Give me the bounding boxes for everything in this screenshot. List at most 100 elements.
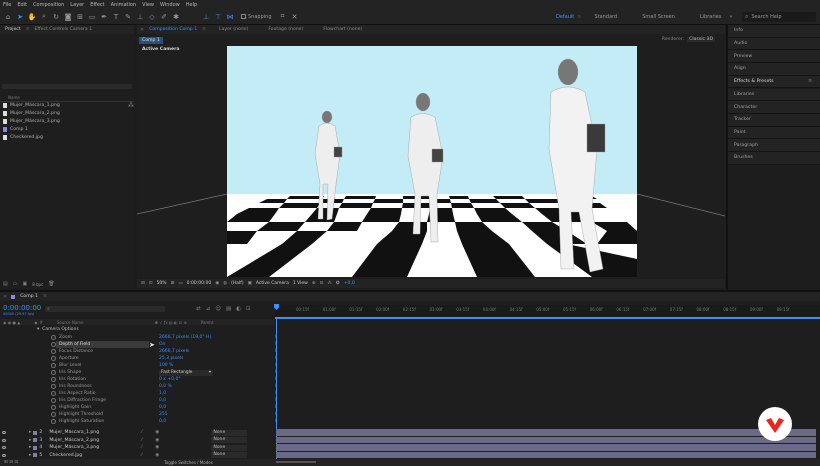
keyframe-marker[interactable]: I: [275, 369, 276, 374]
home-icon[interactable]: ⌂: [3, 12, 13, 22]
stopwatch-icon[interactable]: [51, 412, 56, 417]
menu-window[interactable]: Window: [160, 2, 180, 8]
layer-row[interactable]: ▸ 4 Mujer_Máscara_3.png ⁄ ◉ None: [0, 444, 820, 451]
renderer-value[interactable]: Classic 3D: [687, 37, 715, 42]
layer-switches-icons[interactable]: ⁄ ◉: [141, 453, 211, 458]
parent-dropdown[interactable]: None: [211, 437, 248, 444]
shy-layers-icon[interactable]: ☺: [215, 306, 221, 312]
expand-triangle-icon[interactable]: ▸: [29, 430, 31, 435]
menu-file[interactable]: File: [3, 2, 11, 8]
expand-triangle-icon[interactable]: ▸: [29, 453, 31, 458]
keyframe-marker[interactable]: I: [275, 411, 276, 416]
reset-exposure-icon[interactable]: ✪: [336, 281, 340, 286]
type-tool-icon[interactable]: T: [111, 12, 121, 22]
workspace-libraries[interactable]: Libraries: [700, 14, 722, 20]
stopwatch-icon[interactable]: [51, 363, 56, 368]
source-name-header[interactable]: Source Name: [57, 320, 84, 325]
panel-paint[interactable]: Paint: [728, 126, 820, 140]
selection-tool-icon[interactable]: ➤: [15, 12, 25, 22]
interpret-footage-icon[interactable]: ▤: [3, 281, 8, 287]
name-column-header[interactable]: Name: [8, 95, 20, 100]
resolution-dropdown[interactable]: (Half): [231, 281, 244, 286]
tab-footage[interactable]: Footage (none): [263, 27, 308, 32]
layer-name[interactable]: Mujer_Máscara_1.png: [49, 430, 141, 435]
stopwatch-icon[interactable]: [51, 342, 56, 347]
footer-toggle-icons[interactable]: ⊞ ⊟ ⊡: [4, 460, 18, 465]
hand-tool-icon[interactable]: ✋: [27, 12, 37, 22]
rotate-tool-icon[interactable]: ↻: [51, 12, 61, 22]
pan-behind-tool-icon[interactable]: ⊞: [75, 12, 85, 22]
show-channel-icon[interactable]: ◍: [223, 281, 227, 286]
stopwatch-icon[interactable]: [51, 391, 56, 396]
keyframe-marker[interactable]: I: [275, 376, 276, 381]
keyframe-marker[interactable]: I: [275, 341, 276, 346]
keyframe-marker[interactable]: I: [275, 334, 276, 339]
layer-row[interactable]: ▸ 2 Mujer_Máscara_1.png ⁄ ◉ None: [0, 429, 820, 436]
project-search-field[interactable]: [2, 84, 132, 89]
snap-options-icon[interactable]: ⌗: [278, 12, 288, 22]
tab-project[interactable]: Project: [0, 27, 26, 32]
always-preview-icon[interactable]: ⊟: [141, 281, 145, 286]
expand-triangle-icon[interactable]: ▸: [29, 438, 31, 443]
rectangle-tool-icon[interactable]: ▭: [87, 12, 97, 22]
value-highlight-gain[interactable]: 0,0: [159, 405, 166, 410]
local-axis-icon[interactable]: ⊥: [201, 12, 211, 22]
project-item[interactable]: Checkered.jpg: [3, 134, 43, 141]
graph-editor-icon[interactable]: ⊡: [246, 306, 251, 312]
zoom-tool-icon[interactable]: ⌕: [39, 12, 49, 22]
comp-subtab[interactable]: Comp 1: [139, 37, 163, 44]
project-item[interactable]: Mujer_Máscara_2.png: [3, 110, 60, 117]
snapping-checkbox[interactable]: [241, 14, 246, 19]
panel-info[interactable]: Info: [728, 25, 820, 38]
project-item[interactable]: Mujer_Máscara_3.png: [3, 118, 60, 125]
timeline-search-field[interactable]: ⌕: [45, 306, 165, 312]
value-highlight-saturation[interactable]: 0,0: [159, 419, 166, 424]
fast-previews-icon[interactable]: ▣: [248, 281, 252, 286]
visibility-eye-icon[interactable]: [2, 446, 6, 450]
layer-row[interactable]: ▸ 5 Checkered.jpg ⁄ ◉ None: [0, 452, 820, 459]
frame-blending-icon[interactable]: ▤: [226, 306, 231, 312]
value-depth-of-field[interactable]: On: [159, 342, 165, 347]
workspace-small-screen[interactable]: Small Screen: [642, 14, 675, 20]
panel-libraries[interactable]: Libraries: [728, 88, 820, 102]
zoom-dropdown[interactable]: 50%: [157, 281, 167, 286]
world-axis-icon[interactable]: ⊤: [213, 12, 223, 22]
iris-shape-dropdown[interactable]: Fast Rectangle ▾: [159, 369, 213, 376]
comp-mini-flowchart-icon[interactable]: ⇄: [196, 306, 201, 312]
expand-triangle-icon[interactable]: ▸: [29, 445, 31, 450]
value-zoom[interactable]: 2666,7 pixels (19,0° H): [159, 335, 211, 340]
layer-name[interactable]: Mujer_Máscara_3.png: [49, 445, 141, 450]
stopwatch-icon[interactable]: [51, 349, 56, 354]
snapshot-icon[interactable]: ◉: [215, 281, 219, 286]
workspace-standard[interactable]: Standard: [594, 14, 617, 20]
comp-viewport[interactable]: [137, 44, 725, 279]
menu-effect[interactable]: Effect: [90, 2, 104, 8]
menu-layer[interactable]: Layer: [70, 2, 84, 8]
panel-menu-icon[interactable]: ≡: [808, 78, 812, 84]
panel-audio[interactable]: Audio: [728, 37, 820, 51]
layer-switches-icons[interactable]: ⁄ ◉: [141, 445, 211, 450]
keyframe-marker[interactable]: I: [275, 397, 276, 402]
toggle-3d-icon[interactable]: ⊕: [312, 281, 316, 286]
exposure-value[interactable]: +0,0: [344, 281, 355, 286]
layer-name[interactable]: Mujer_Máscara_2.png: [49, 438, 141, 443]
current-time-display[interactable]: 0:00:00:00: [187, 281, 212, 286]
region-of-interest-icon[interactable]: ▭: [178, 281, 182, 286]
layer-switches-icons[interactable]: ⁄ ◉: [141, 438, 211, 443]
snap-icon[interactable]: ✕: [290, 12, 300, 22]
pen-tool-icon[interactable]: ✒: [99, 12, 109, 22]
label-color-icon[interactable]: [33, 430, 38, 435]
value-iris-roundness[interactable]: 0,0 %: [159, 384, 172, 389]
puppet-pin-tool-icon[interactable]: ✱: [171, 12, 181, 22]
keyframe-marker[interactable]: I: [275, 362, 276, 367]
search-help-field[interactable]: ⌕ Search Help: [742, 12, 816, 22]
view-axis-icon[interactable]: ⋈: [225, 12, 235, 22]
parent-dropdown[interactable]: None: [211, 452, 248, 459]
new-comp-icon[interactable]: ▣: [22, 281, 27, 287]
keyframe-marker[interactable]: I: [275, 390, 276, 395]
stopwatch-icon[interactable]: [51, 398, 56, 403]
value-iris-diffraction-fringe[interactable]: 0,0: [159, 398, 166, 403]
draft-3d-icon[interactable]: ⊿: [206, 306, 211, 312]
new-folder-icon[interactable]: ▭: [13, 281, 18, 287]
tab-composition-comp1[interactable]: Composition Comp 1: [144, 27, 202, 32]
